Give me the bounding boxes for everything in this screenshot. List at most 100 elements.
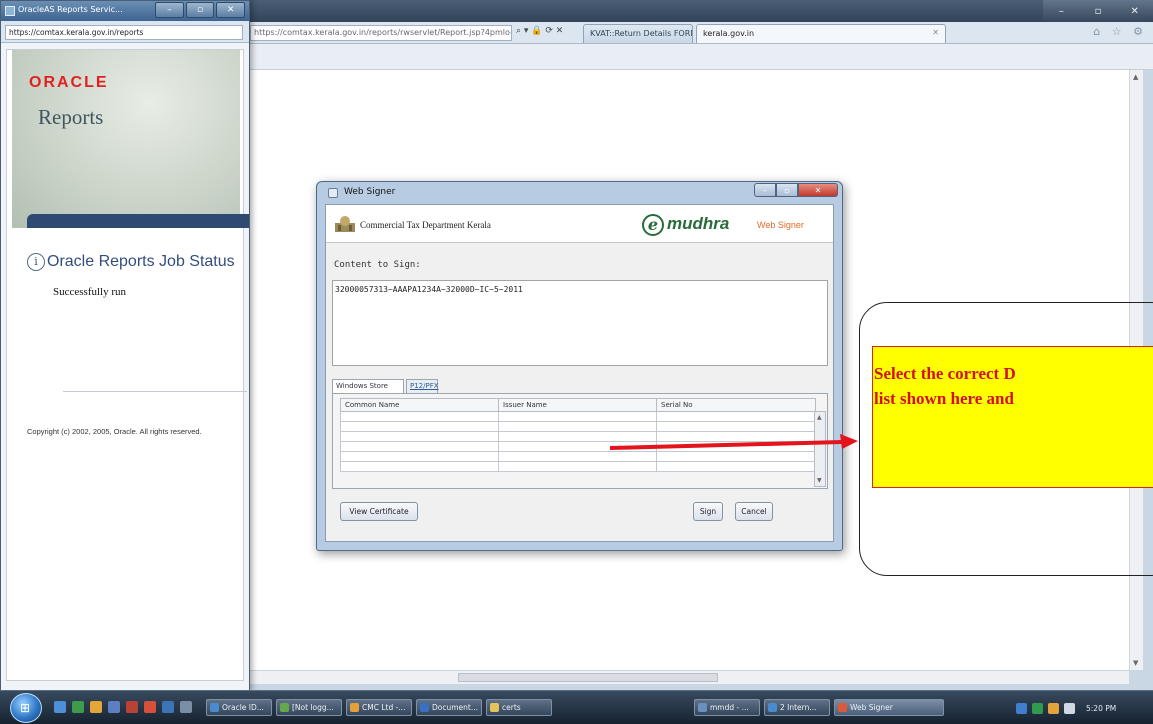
emudhra-wordmark: mudhra	[667, 214, 730, 233]
table-row[interactable]	[340, 421, 816, 432]
list-scroll-up-icon[interactable]: ▲	[817, 414, 822, 421]
main-close-button[interactable]: ✕	[1116, 0, 1153, 22]
tab-close-icon[interactable]: ✕	[932, 28, 939, 37]
taskbar-item[interactable]: mmdd - ...	[694, 699, 760, 716]
oracle-banner-bar	[27, 214, 249, 228]
table-header-row: Common Name Issuer Name Serial No	[340, 398, 816, 412]
tab-kvat-return-details[interactable]: KVAT::Return Details FORM	[583, 24, 693, 43]
oracle-close-button[interactable]: ✕	[216, 2, 246, 18]
callout-line-1: Select the correct D	[874, 364, 1016, 383]
table-cell	[498, 461, 657, 472]
system-tray: 5:20 PM	[1010, 695, 1153, 721]
copyright-text: Copyright (c) 2002, 2005, Oracle. All ri…	[27, 427, 202, 436]
oracle-page-body: ORACLE Reports i Oracle Reports Job Stat…	[6, 49, 249, 681]
ws-maximize-button[interactable]: ▫	[776, 183, 798, 197]
table-cell	[340, 441, 499, 452]
emudhra-logo: e mudhra Web Signer	[642, 214, 832, 236]
tab-p12-pfx[interactable]: P12/PFX	[406, 379, 439, 393]
main-minimize-button[interactable]: –	[1043, 0, 1080, 22]
content-to-sign-field[interactable]: 32000057313~AAAPA1234A~32000D~IC~5~2011	[332, 280, 828, 366]
quicklaunch-icon[interactable]	[144, 701, 156, 713]
quicklaunch-icon[interactable]	[180, 701, 192, 713]
taskbar-item-label: 2 Intern...	[780, 703, 817, 712]
oracle-reports-window: OracleAS Reports Servic... – ▫ ✕ https:/…	[0, 0, 250, 692]
quicklaunch-icon[interactable]	[126, 701, 138, 713]
oracle-window-titlebar: OracleAS Reports Servic... – ▫ ✕	[1, 1, 249, 21]
table-row[interactable]	[340, 461, 816, 472]
main-window-controls: – ▫ ✕	[1043, 0, 1153, 22]
list-scroll-down-icon[interactable]: ▼	[817, 477, 822, 484]
ws-minimize-button[interactable]: –	[754, 183, 776, 197]
reports-heading: Reports	[38, 105, 104, 129]
table-cell	[340, 421, 499, 432]
taskbar-item[interactable]: Document...	[416, 699, 482, 716]
taskbar-item-active[interactable]: Web Signer	[834, 699, 944, 716]
cancel-button[interactable]: Cancel	[735, 502, 773, 521]
emudhra-subtitle: Web Signer	[757, 220, 804, 230]
table-row[interactable]	[340, 411, 816, 422]
certificate-source-tabs: Windows Store P12/PFX	[332, 379, 828, 393]
tab-windows-store[interactable]: Windows Store	[332, 379, 404, 393]
oracle-minimize-button[interactable]: –	[155, 2, 184, 18]
browser-right-tools-icons[interactable]: ⌂ ☆ ⚙	[1093, 25, 1147, 38]
callout-text: Select the correct D list shown here and	[874, 361, 1153, 411]
tab-kerala-gov[interactable]: kerala.gov.in ✕	[696, 24, 946, 43]
tray-network-icon[interactable]	[1016, 702, 1027, 714]
horizontal-scroll-thumb[interactable]	[458, 673, 718, 682]
taskbar-item[interactable]: certs	[486, 699, 552, 716]
oracle-maximize-button[interactable]: ▫	[185, 2, 215, 18]
start-button[interactable]: ⊞	[10, 693, 42, 723]
java-icon	[838, 703, 847, 712]
scroll-down-icon[interactable]: ▼	[1133, 659, 1138, 667]
oracle-logo: ORACLE	[29, 74, 109, 91]
quicklaunch-icon[interactable]	[162, 701, 174, 713]
quicklaunch-icon[interactable]	[108, 701, 120, 713]
taskbar-item[interactable]: Oracle ID...	[206, 699, 272, 716]
main-address-bar: https://comtax.kerala.gov.in/reports/rws…	[248, 22, 1153, 44]
taskbar-item-label: Document...	[432, 703, 479, 712]
quicklaunch-icon[interactable]	[90, 701, 102, 713]
column-issuer-name[interactable]: Issuer Name	[498, 398, 657, 412]
taskbar-item[interactable]: [Not logg...	[276, 699, 342, 716]
taskbar-clock[interactable]: 5:20 PM	[1086, 704, 1116, 713]
taskbar-item[interactable]: 2 Intern...	[764, 699, 830, 716]
job-status-title: Oracle Reports Job Status	[47, 253, 235, 270]
web-signer-controls: – ▫ ✕	[754, 183, 838, 197]
web-signer-dialog: Web Signer – ▫ ✕ Commercial Tax Departme…	[316, 181, 843, 551]
web-signer-header: Commercial Tax Department Kerala e mudhr…	[326, 205, 833, 243]
taskbar-item-label: CMC Ltd -...	[362, 703, 406, 712]
taskbar-item-label: mmdd - ...	[710, 703, 749, 712]
page-horizontal-scrollbar[interactable]	[248, 670, 1129, 684]
taskbar-item-label: Web Signer	[850, 703, 893, 712]
show-desktop-icon[interactable]	[54, 701, 66, 713]
info-icon: i	[27, 253, 45, 271]
sign-button[interactable]: Sign	[693, 502, 723, 521]
web-signer-titlebar[interactable]: Web Signer – ▫ ✕	[317, 182, 842, 204]
organization-name: Commercial Tax Department Kerala	[360, 220, 491, 230]
tray-volume-icon[interactable]	[1064, 702, 1075, 714]
oracle-window-controls: – ▫ ✕	[155, 2, 246, 18]
view-certificate-button[interactable]: View Certificate	[340, 502, 418, 521]
tray-shield-icon[interactable]	[1032, 702, 1043, 714]
scroll-up-icon[interactable]: ▲	[1133, 73, 1138, 81]
table-cell	[340, 431, 499, 442]
url-tools-icons[interactable]: ⌕ ▾ 🔒 ⟳ ✕	[516, 26, 563, 36]
windows-taskbar: ⊞ Oracle ID... [Not logg... CMC Ltd -...…	[0, 690, 1153, 724]
firefox-icon	[350, 703, 359, 712]
content-to-sign-value: 32000057313~AAAPA1234A~32000D~IC~5~2011	[335, 285, 523, 294]
oracle-url-field[interactable]: https://comtax.kerala.gov.in/reports	[5, 25, 243, 40]
taskbar-item[interactable]: CMC Ltd -...	[346, 699, 412, 716]
column-serial-no[interactable]: Serial No	[656, 398, 816, 412]
tray-app-icon[interactable]	[1048, 702, 1059, 714]
main-url-field[interactable]: https://comtax.kerala.gov.in/reports/rws…	[250, 25, 512, 41]
word-icon	[420, 703, 429, 712]
web-signer-body: Commercial Tax Department Kerala e mudhr…	[325, 204, 834, 542]
government-emblem-icon	[335, 216, 355, 232]
certificate-table: Common Name Issuer Name Serial No	[340, 398, 816, 472]
quicklaunch-icon[interactable]	[72, 701, 84, 713]
table-cell	[656, 411, 816, 422]
column-common-name[interactable]: Common Name	[340, 398, 499, 412]
ws-close-button[interactable]: ✕	[798, 183, 838, 197]
folder-icon	[490, 703, 499, 712]
main-maximize-button[interactable]: ▫	[1080, 0, 1117, 22]
